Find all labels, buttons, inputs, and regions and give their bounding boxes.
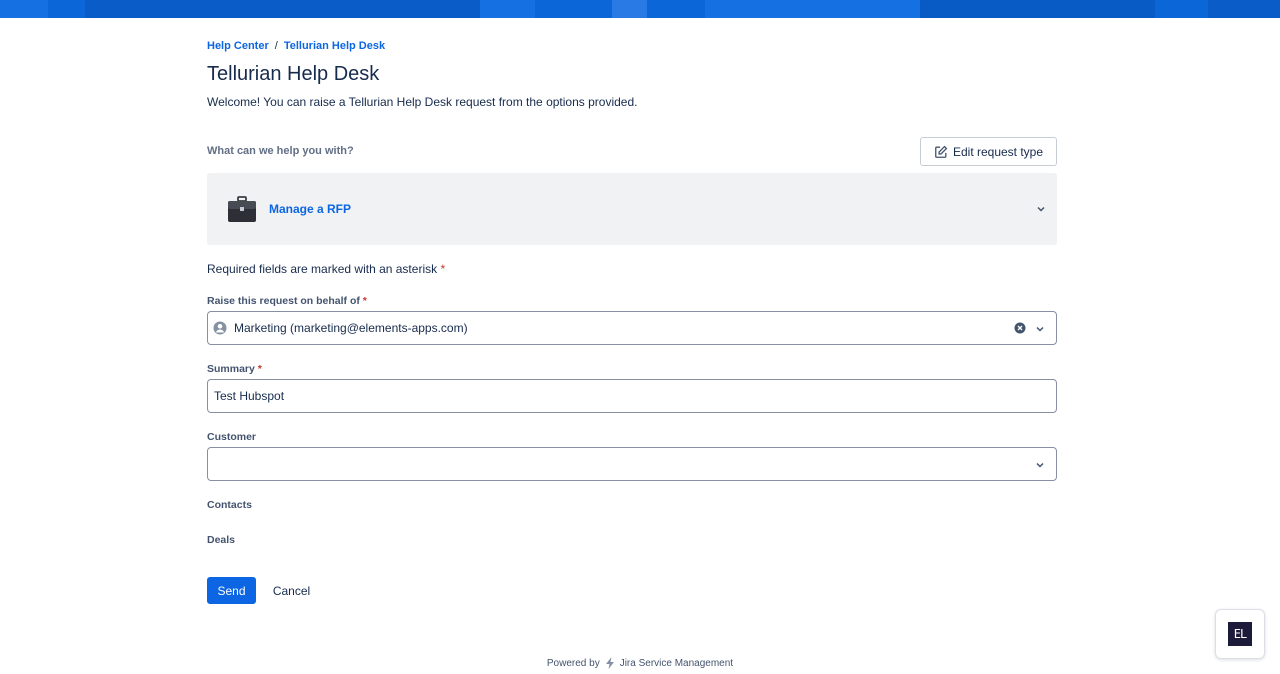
required-note-text: Required fields are marked with an aster… (207, 262, 438, 276)
header-banner (0, 0, 1280, 18)
required-asterisk: * (440, 262, 446, 276)
briefcase-icon (228, 196, 256, 222)
customer-label: Customer (207, 431, 257, 443)
footer: Powered by Jira Service Management (0, 656, 1280, 670)
chevron-down-icon (1037, 206, 1045, 212)
request-type-select[interactable]: Manage a RFP (207, 173, 1057, 245)
powered-by-text: Powered by (546, 657, 600, 669)
request-type-name: Manage a RFP (269, 202, 352, 216)
welcome-text: Welcome! You can raise a Tellurian Help … (207, 95, 638, 109)
contacts-label: Contacts (207, 499, 252, 511)
on-behalf-select[interactable]: Marketing (marketing@elements-apps.com) (207, 311, 1057, 345)
breadcrumb-help-center[interactable]: Help Center (207, 40, 269, 52)
elements-logo-icon: EL (1228, 622, 1252, 646)
banner-block (0, 0, 48, 18)
breadcrumb-separator: / (274, 40, 278, 52)
summary-input[interactable] (208, 380, 1056, 412)
page-title: Tellurian Help Desk (207, 63, 380, 85)
customer-select[interactable] (207, 447, 1057, 481)
required-fields-note: Required fields are marked with an aster… (207, 262, 445, 276)
request-type-label: What can we help you with? (207, 145, 354, 157)
banner-block (85, 0, 480, 18)
banner-block (1208, 0, 1280, 18)
summary-label-text: Summary (207, 363, 255, 375)
on-behalf-label-text: Raise this request on behalf of (207, 295, 360, 307)
summary-field-wrapper (207, 379, 1057, 413)
banner-block (480, 0, 535, 18)
clear-icon[interactable] (1014, 322, 1026, 334)
edit-request-type-label: Edit request type (952, 144, 1044, 159)
chevron-down-icon[interactable] (1034, 459, 1046, 471)
required-asterisk: * (257, 363, 262, 375)
send-button[interactable]: Send (207, 577, 256, 604)
on-behalf-label: Raise this request on behalf of * (207, 295, 367, 307)
edit-icon (935, 145, 948, 158)
cancel-button[interactable]: Cancel (264, 577, 319, 604)
user-avatar-icon (213, 321, 227, 335)
banner-block (612, 0, 647, 18)
edit-request-type-button[interactable]: Edit request type (920, 137, 1057, 166)
banner-block (705, 0, 920, 18)
product-name: Jira Service Management (619, 657, 734, 669)
banner-block (920, 0, 1155, 18)
jira-service-management-icon (605, 657, 614, 669)
breadcrumb-help-desk[interactable]: Tellurian Help Desk (284, 40, 385, 52)
deals-label: Deals (207, 534, 236, 546)
required-asterisk: * (362, 295, 367, 307)
elements-app-widget[interactable]: EL (1215, 609, 1265, 659)
on-behalf-value: Marketing (marketing@elements-apps.com) (234, 321, 468, 335)
summary-label: Summary * (207, 363, 262, 375)
chevron-down-icon[interactable] (1034, 323, 1046, 335)
breadcrumb: Help Center / Tellurian Help Desk (207, 40, 385, 52)
